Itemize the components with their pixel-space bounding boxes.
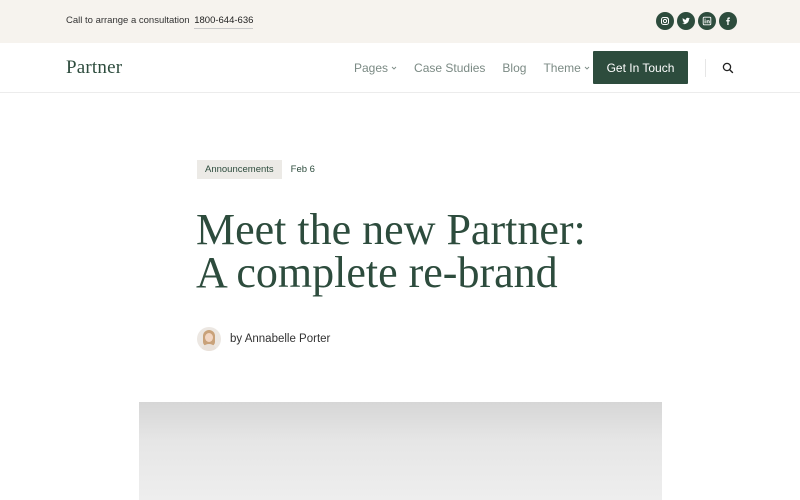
nav-item-theme[interactable]: Theme <box>543 61 590 75</box>
nav-item-case-studies[interactable]: Case Studies <box>414 61 485 75</box>
site-logo[interactable]: Partner <box>66 57 122 79</box>
nav-item-blog[interactable]: Blog <box>502 61 526 75</box>
nav-item-label: Case Studies <box>414 61 486 75</box>
nav-divider <box>705 59 706 77</box>
post-date: Feb 6 <box>290 164 315 175</box>
nav-item-label: Blog <box>502 61 527 75</box>
title-line-1: Meet the new Partner: <box>196 205 586 254</box>
twitter-icon[interactable] <box>677 12 695 30</box>
social-links <box>656 12 737 30</box>
instagram-icon[interactable] <box>656 12 674 30</box>
search-icon[interactable] <box>722 62 734 74</box>
chevron-down-icon <box>391 66 397 70</box>
nav-item-pages[interactable]: Pages <box>354 61 397 75</box>
top-bar: Call to arrange a consultation 1800-644-… <box>0 0 800 43</box>
consultation-callout: Call to arrange a consultation 1800-644-… <box>66 15 254 29</box>
post-title: Meet the new Partner: A complete re-bran… <box>196 205 656 297</box>
nav-item-label: Theme <box>543 61 581 75</box>
category-tag[interactable]: Announcements <box>197 160 282 179</box>
title-line-2: A complete re-brand <box>196 248 558 297</box>
call-text: Call to arrange a consultation <box>66 15 190 26</box>
avatar <box>197 327 221 351</box>
post-meta: Announcements Feb 6 <box>197 160 315 179</box>
main-navigation: Partner Pages Case Studies Blog Theme Ge… <box>0 43 800 93</box>
author-byline[interactable]: by Annabelle Porter <box>230 333 330 345</box>
phone-link[interactable]: 1800-644-636 <box>194 15 254 29</box>
hero-image <box>139 402 662 500</box>
nav-item-label: Pages <box>354 61 389 75</box>
facebook-icon[interactable] <box>719 12 737 30</box>
nav-menu: Pages Case Studies Blog Theme <box>354 61 590 75</box>
linkedin-icon[interactable] <box>698 12 716 30</box>
get-in-touch-button[interactable]: Get In Touch <box>593 51 688 84</box>
chevron-down-icon <box>584 66 590 70</box>
post-author: by Annabelle Porter <box>197 327 330 351</box>
